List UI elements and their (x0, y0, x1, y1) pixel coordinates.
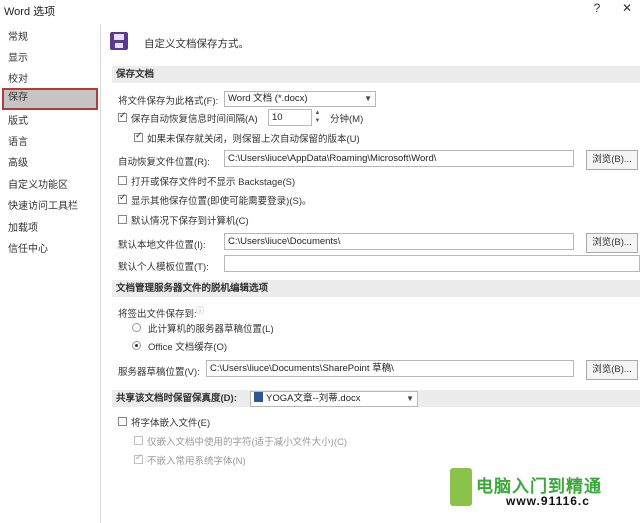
format-value: Word 文档 (*.docx) (228, 93, 308, 104)
personal-template-label: 默认个人模板位置(T): (118, 262, 209, 273)
main-content: 自定义文档保存方式。 保存文档 将文件保存为此格式(F): Word 文档 (*… (104, 24, 640, 523)
sidebar: 常规 显示 校对 保存 版式 语言 高级 自定义功能区 快速访问工具栏 加载项 … (0, 24, 101, 523)
close-icon[interactable]: ✕ (617, 1, 637, 15)
no-common-fonts-label: 不嵌入常用系统字体(N) (147, 456, 246, 467)
fidelity-label: 共享该文档时保留保真度(D): (116, 393, 237, 404)
format-label: 将文件保存为此格式(F): (118, 96, 219, 107)
autorecover-label: 保存自动恢复信息时间间隔(A) (131, 114, 258, 125)
browse-local-button[interactable]: 浏览(B)... (586, 233, 638, 253)
spin-up-icon[interactable]: ▲ (312, 109, 323, 117)
sidebar-item-advanced[interactable]: 高级 (2, 154, 98, 173)
save-to-computer-label: 默认情况下保存到计算机(C) (131, 216, 249, 227)
spin-down-icon[interactable]: ▼ (312, 117, 323, 125)
section-save-documents: 保存文档 (112, 66, 640, 83)
default-local-location-label: 默认本地文件位置(I): (118, 240, 206, 251)
section-offline-editing: 文档管理服务器文件的脱机编辑选项 (112, 280, 640, 297)
keep-last-version-label: 如果未保存就关闭，则保留上次自动保留的版本(U) (147, 134, 360, 145)
embed-fonts-checkbox[interactable] (118, 417, 127, 426)
autorecover-checkbox[interactable] (118, 111, 127, 122)
watermark: 电脑入门到精通 www.91116.c (450, 468, 640, 523)
format-select[interactable]: Word 文档 (*.docx) ▼ (224, 91, 376, 107)
embed-used-chars-label: 仅嵌入文档中使用的字符(适于减小文件大小)(C) (147, 437, 348, 448)
watermark-logo (450, 468, 472, 506)
sidebar-item-customize-ribbon[interactable]: 自定义功能区 (2, 176, 98, 195)
chevron-down-icon: ▼ (406, 394, 414, 403)
office-cache-label: Office 文档缓存(O) (148, 342, 227, 353)
server-drafts-label: 此计算机的服务器草稿位置(L) (148, 324, 274, 335)
chevron-down-icon: ▼ (364, 94, 372, 103)
autorecover-location-label: 自动恢复文件位置(R): (118, 157, 210, 168)
keep-last-version-checkbox[interactable] (134, 131, 143, 142)
browse-drafts-button[interactable]: 浏览(B)... (586, 360, 638, 380)
no-common-fonts-checkbox[interactable] (134, 453, 143, 464)
sidebar-item-trust-center[interactable]: 信任中心 (2, 240, 98, 259)
office-cache-radio[interactable] (132, 341, 141, 350)
browse-autorecover-button[interactable]: 浏览(B)... (586, 150, 638, 170)
sidebar-item-addins[interactable]: 加载项 (2, 219, 98, 238)
server-drafts-radio[interactable] (132, 323, 141, 332)
autorecover-location-input[interactable]: C:\Users\liuce\AppData\Roaming\Microsoft… (224, 150, 574, 167)
default-local-location-input[interactable]: C:\Users\liuce\Documents\ (224, 233, 574, 250)
info-icon: ⓘ (196, 306, 204, 315)
help-icon[interactable]: ? (587, 1, 607, 15)
sidebar-item-language[interactable]: 语言 (2, 133, 98, 152)
sidebar-item-save[interactable]: 保存 (2, 88, 98, 110)
embed-fonts-label: 将字体嵌入文件(E) (131, 418, 211, 429)
backstage-label: 打开或保存文件时不显示 Backstage(S) (131, 177, 296, 188)
drafts-location-input[interactable]: C:\Users\liuce\Documents\SharePoint 草稿\ (206, 360, 574, 377)
sidebar-item-quick-access[interactable]: 快速访问工具栏 (2, 197, 98, 216)
checkout-label: 将签出文件保存到: (118, 309, 197, 320)
sidebar-item-general[interactable]: 常规 (2, 28, 98, 47)
autorecover-spinner[interactable]: ▲ ▼ (312, 109, 323, 126)
word-document-icon (254, 392, 263, 402)
embed-used-chars-checkbox[interactable] (134, 436, 143, 445)
minutes-label: 分钟(M) (330, 114, 364, 125)
save-icon (110, 32, 128, 50)
page-title: 自定义文档保存方式。 (144, 38, 249, 50)
backstage-checkbox[interactable] (118, 176, 127, 185)
personal-template-input[interactable] (224, 255, 640, 272)
window-title: Word 选项 (4, 6, 56, 18)
drafts-location-label: 服务器草稿位置(V): (118, 367, 200, 378)
show-other-locations-label: 显示其他保存位置(即使可能需要登录)(S)。 (131, 196, 312, 207)
sidebar-item-layout[interactable]: 版式 (2, 112, 98, 131)
title-bar: Word 选项 ? ✕ (0, 0, 640, 22)
save-to-computer-checkbox[interactable] (118, 215, 127, 224)
fidelity-document-select[interactable]: YOGA文章--刘蒂.docx ▼ (250, 391, 418, 407)
show-other-locations-checkbox[interactable] (118, 193, 127, 204)
fidelity-document-value: YOGA文章--刘蒂.docx (266, 393, 361, 404)
sidebar-item-display[interactable]: 显示 (2, 49, 98, 68)
watermark-url: www.91116.c (506, 494, 590, 508)
sidebar-item-proofing[interactable]: 校对 (2, 70, 98, 89)
autorecover-minutes-input[interactable]: 10 (268, 109, 312, 126)
